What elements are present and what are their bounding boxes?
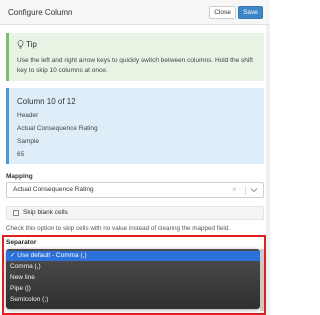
skip-blank-checkbox[interactable] <box>13 210 19 216</box>
tip-text: Use the left and right arrow keys to qui… <box>17 57 253 74</box>
column-info-box: Column 10 of 12 Header Actual Consequenc… <box>6 88 264 164</box>
clear-icon[interactable]: × <box>232 185 237 194</box>
separator-option-comma[interactable]: Comma (,) <box>6 262 260 272</box>
header-value: Actual Consequence Rating <box>17 125 98 132</box>
mapping-label: Mapping <box>6 173 33 180</box>
skip-blank-label: Skip blank cells <box>23 209 68 216</box>
dialog-title: Configure Column <box>8 8 73 17</box>
mapping-selected-value: Actual Consequence Rating <box>13 186 94 193</box>
lightbulb-icon <box>17 40 24 49</box>
scrollbar[interactable] <box>266 25 270 315</box>
separator-label: Separator <box>6 239 37 246</box>
close-button[interactable]: Close <box>209 6 236 19</box>
tip-box: Tip Use the left and right arrow keys to… <box>6 33 264 81</box>
mapping-select[interactable]: Actual Consequence Rating × <box>6 182 264 198</box>
dropdown-scrollbar[interactable] <box>260 249 264 311</box>
save-button[interactable]: Save <box>238 6 263 19</box>
separator-option-pipe[interactable]: Pipe (|) <box>6 284 260 294</box>
header-label: Header <box>17 112 39 119</box>
column-position: Column 10 of 12 <box>17 97 76 106</box>
sample-label: Sample <box>17 138 40 145</box>
separator-dropdown[interactable]: ✓ Use default - Comma (,) Comma (,) New … <box>6 249 260 309</box>
sample-value: 65 <box>17 151 25 158</box>
chevron-down-icon[interactable] <box>250 187 258 193</box>
separator-option-newline[interactable]: New line <box>6 273 260 283</box>
separator-option-semicolon[interactable]: Semicolon (;) <box>6 295 260 305</box>
separator-option-default[interactable]: ✓ Use default - Comma (,) <box>6 251 260 261</box>
skip-blank-row[interactable]: Skip blank cells <box>6 206 264 220</box>
tip-title: Tip <box>26 40 37 49</box>
skip-blank-help: Check this option to skip cells with no … <box>6 225 231 232</box>
select-divider <box>245 186 246 195</box>
